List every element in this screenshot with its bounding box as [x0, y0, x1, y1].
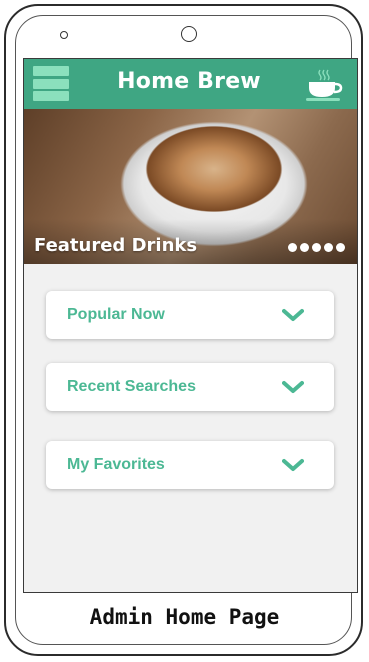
section-recent-searches[interactable]: Recent Searches: [46, 363, 334, 411]
featured-drinks-title: Featured Drinks: [34, 235, 198, 256]
hamburger-menu-icon[interactable]: [32, 65, 70, 102]
app-title: Home Brew: [117, 69, 261, 94]
carousel-dot[interactable]: [312, 243, 321, 252]
carousel-dot[interactable]: [336, 243, 345, 252]
section-popular-now[interactable]: Popular Now: [46, 291, 334, 339]
app-screen: Home Brew Featured Drinks Popular Now Re…: [23, 58, 358, 593]
chevron-down-icon[interactable]: [282, 458, 304, 472]
section-label: Popular Now: [67, 306, 165, 323]
phone-camera: [181, 26, 197, 42]
app-header: Home Brew: [24, 59, 357, 109]
carousel-dots[interactable]: [288, 243, 345, 252]
page-caption: Admin Home Page: [89, 605, 280, 629]
chevron-down-icon[interactable]: [282, 380, 304, 394]
carousel-dot[interactable]: [288, 243, 297, 252]
section-my-favorites[interactable]: My Favorites: [46, 441, 334, 489]
featured-drinks-banner[interactable]: Featured Drinks: [24, 109, 357, 264]
section-label: My Favorites: [67, 456, 165, 473]
carousel-dot[interactable]: [324, 243, 333, 252]
coffee-cup-icon: [306, 69, 343, 101]
phone-speaker: [60, 31, 68, 39]
chevron-down-icon[interactable]: [282, 308, 304, 322]
carousel-dot[interactable]: [300, 243, 309, 252]
section-label: Recent Searches: [67, 378, 196, 395]
